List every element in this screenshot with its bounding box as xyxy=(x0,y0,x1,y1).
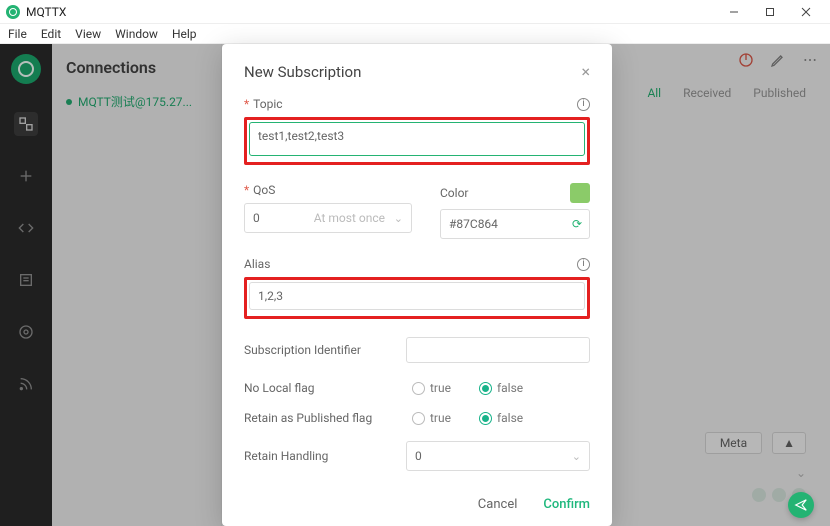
window-close-button[interactable] xyxy=(788,0,824,24)
menu-bar: File Edit View Window Help xyxy=(0,24,830,44)
app-logo-icon xyxy=(6,5,20,19)
alias-label: Alias xyxy=(244,257,270,271)
window-title: MQTTX xyxy=(26,5,66,19)
retain-handling-label: Retain Handling xyxy=(244,449,384,463)
cancel-button[interactable]: Cancel xyxy=(478,497,518,512)
subscription-identifier-input[interactable] xyxy=(406,337,590,363)
info-icon[interactable]: i xyxy=(577,98,590,111)
topic-label: Topic xyxy=(253,97,282,111)
subscription-identifier-label: Subscription Identifier xyxy=(244,343,384,357)
menu-file[interactable]: File xyxy=(8,27,27,41)
no-local-label: No Local flag xyxy=(244,381,384,395)
window-maximize-button[interactable] xyxy=(752,0,788,24)
new-subscription-dialog: New Subscription × *Topici *QoS 0 At mos… xyxy=(222,44,612,526)
qos-select[interactable]: 0 At most once ⌄ xyxy=(244,203,412,233)
no-local-true-radio[interactable]: true xyxy=(412,381,451,395)
confirm-button[interactable]: Confirm xyxy=(543,497,590,512)
window-minimize-button[interactable] xyxy=(716,0,752,24)
color-label: Color xyxy=(440,186,468,200)
color-input[interactable] xyxy=(440,209,590,239)
send-fab-button[interactable] xyxy=(788,492,814,518)
menu-view[interactable]: View xyxy=(75,27,101,41)
window-titlebar: MQTTX xyxy=(0,0,830,24)
close-icon[interactable]: × xyxy=(581,62,590,81)
alias-input[interactable] xyxy=(249,282,585,310)
qos-label: QoS xyxy=(253,183,275,197)
refresh-icon[interactable]: ⟳ xyxy=(572,217,582,231)
retain-pub-false-radio[interactable]: false xyxy=(479,411,523,425)
qos-value: 0 xyxy=(253,211,260,225)
retain-handling-value: 0 xyxy=(415,449,422,463)
retain-handling-select[interactable]: 0 ⌄ xyxy=(406,441,590,471)
no-local-false-radio[interactable]: false xyxy=(479,381,523,395)
dialog-title: New Subscription xyxy=(244,63,361,81)
menu-window[interactable]: Window xyxy=(115,27,158,41)
chevron-down-icon: ⌄ xyxy=(394,212,403,225)
info-icon[interactable]: i xyxy=(577,258,590,271)
menu-edit[interactable]: Edit xyxy=(41,27,61,41)
qos-hint: At most once xyxy=(314,211,385,225)
topic-input[interactable] xyxy=(249,122,585,156)
menu-help[interactable]: Help xyxy=(172,27,197,41)
chevron-down-icon: ⌄ xyxy=(572,450,581,463)
color-swatch[interactable] xyxy=(570,183,590,203)
retain-pub-true-radio[interactable]: true xyxy=(412,411,451,425)
retain-as-published-label: Retain as Published flag xyxy=(244,411,384,425)
